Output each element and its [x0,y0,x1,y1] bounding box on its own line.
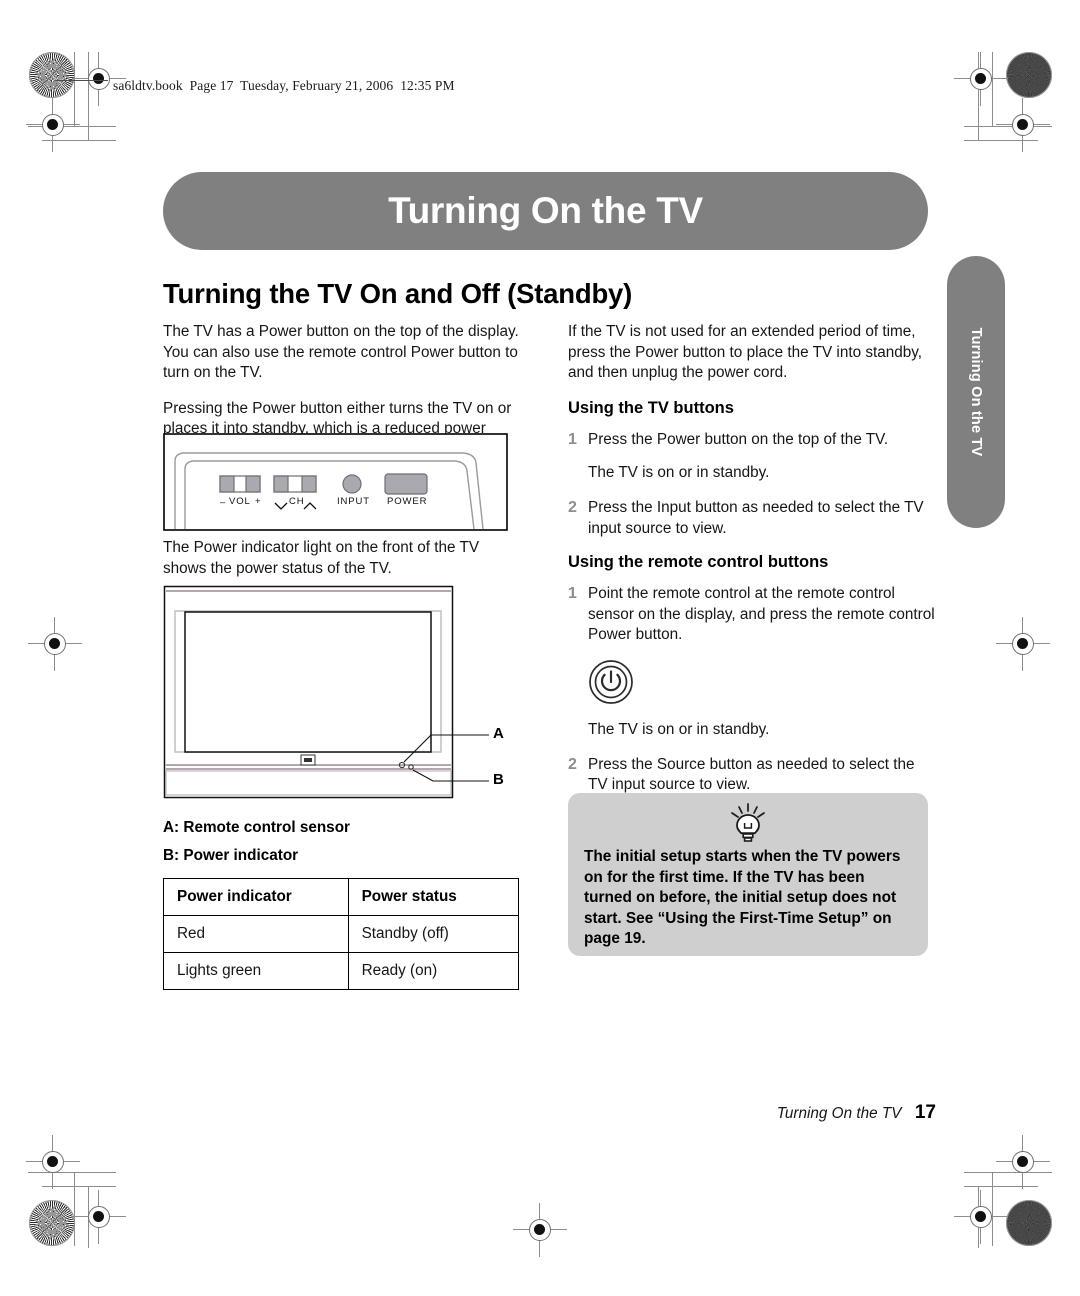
label-vol-plus: + [255,496,262,507]
table-header-row: Power indicator Power status [163,878,520,916]
tip-callout: The initial setup starts when the TV pow… [568,793,928,956]
callout-label-a: A [493,725,504,742]
figure-tv-top-panel: – VOL + CH INPUT POWER [163,433,508,531]
left-paragraph-3: The Power indicator light on the front o… [163,539,480,577]
step-number: 2 [568,755,577,773]
step-number: 2 [568,498,577,516]
chapter-banner-title: Turning On the TV [388,190,703,231]
table-row: Lights green Ready (on) [163,952,520,990]
legend-line-b: B: Power indicator [163,847,299,864]
step-text: Press the Power button on the top of the… [588,430,889,448]
callout-label-b: B [493,771,504,788]
label-input: INPUT [337,496,370,507]
right-paragraph-1: If the TV is not used for an extended pe… [568,323,923,382]
remote-step-1: 1 Point the remote control at the remote… [568,584,936,646]
tv-buttons-step-2: 2 Press the Input button as needed to se… [568,498,936,539]
step-text: Press the Input button as needed to sele… [588,498,924,537]
figure-legend: A: Remote control sensor B: Power indica… [163,814,350,870]
power-indicator-table: Power indicator Power status Red Standby… [163,878,520,990]
power-icon [589,660,633,704]
right-intro-block: If the TV is not used for an extended pe… [568,322,936,384]
heading-using-tv-buttons: Using the TV buttons [568,398,734,417]
tip-text: The initial setup starts when the TV pow… [584,848,901,947]
remote-power-button-illustration [588,659,936,710]
legend-line-a: A: Remote control sensor [163,819,350,836]
page-footer: Turning On the TV 17 [568,1102,936,1124]
table-cell-status: Ready (on) [347,952,520,990]
table-header-power-indicator: Power indicator [163,878,349,916]
table-header-power-status: Power status [347,878,520,916]
label-power: POWER [387,496,428,507]
footer-page-number: 17 [914,1102,936,1123]
tv-buttons-step-1: 1 Press the Power button on the top of t… [568,430,936,451]
step-number: 1 [568,585,577,603]
table-cell-status: Standby (off) [347,915,520,953]
lightbulb-icon [724,801,772,850]
chapter-banner: Turning On the TV [163,172,928,250]
table-cell-indicator: Lights green [163,952,349,990]
right-column: If the TV is not used for an extended pe… [568,322,936,809]
ch-rocker-graphic [273,475,317,493]
table-row: Red Standby (off) [163,915,520,953]
heading-using-remote-control-buttons: Using the remote control buttons [568,553,829,572]
figure-tv-front-view: A B [163,585,515,803]
remote-note: The TV is on or in standby. [588,720,770,738]
table-cell-indicator: Red [163,915,349,953]
label-ch: CH [289,496,305,507]
left-paragraph-1: The TV has a Power button on the top of … [163,323,519,382]
label-vol: VOL [229,496,251,507]
vol-rocker-graphic [219,475,261,493]
power-button-graphic [384,473,428,495]
label-vol-minus: – [220,497,226,508]
chapter-side-tab-label: Turning On the TV [968,327,984,457]
step-number: 1 [568,430,577,448]
step-text: Press the Source button as needed to sel… [588,755,915,794]
chapter-side-tab: Turning On the TV [947,256,1005,528]
tv-buttons-note: The TV is on or in standby. [588,464,770,482]
section-heading: Turning the TV On and Off (Standby) [163,278,633,309]
remote-step-2: 2 Press the Source button as needed to s… [568,755,936,796]
input-button-graphic [342,474,362,494]
step-text: Point the remote control at the remote c… [588,585,935,644]
footer-chapter-title: Turning On the TV [776,1105,902,1122]
manual-page: Turning On the TV Turning On the TV Turn… [0,0,1080,1296]
